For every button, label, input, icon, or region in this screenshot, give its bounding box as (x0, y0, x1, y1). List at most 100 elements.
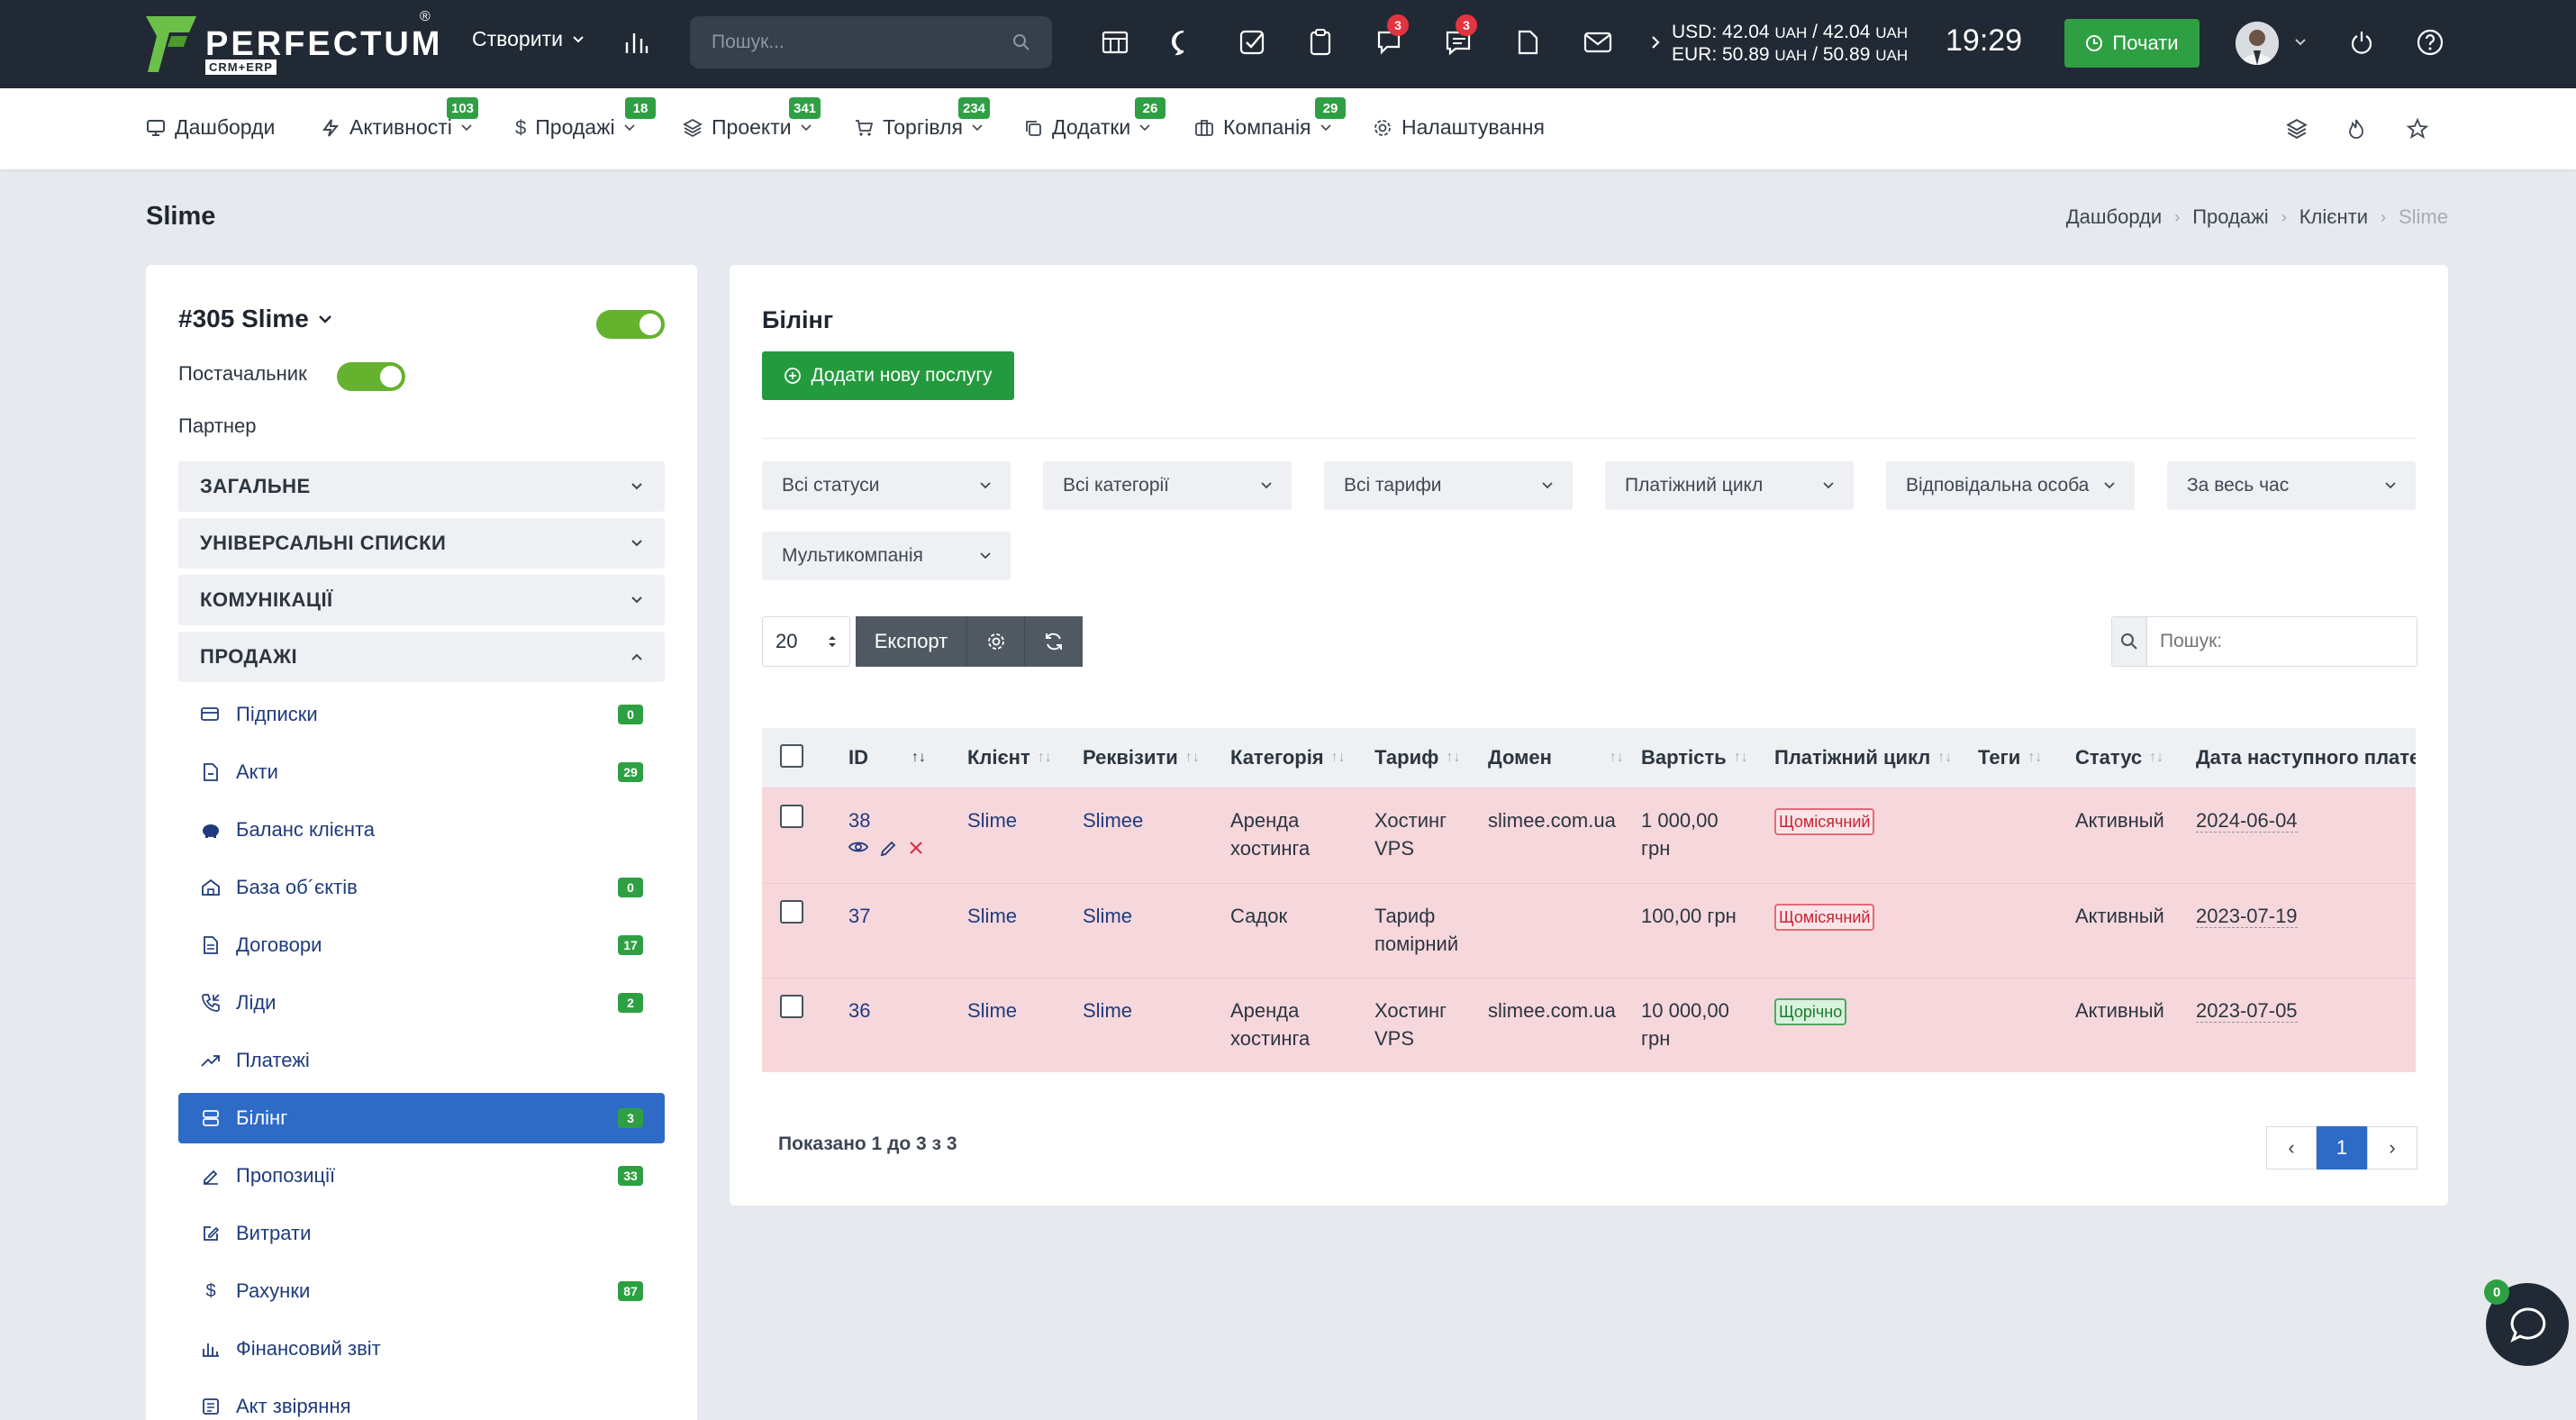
row-client[interactable]: Slime (967, 902, 1017, 930)
sidebar-item-contracts[interactable]: Договори 17 (178, 920, 665, 970)
menu-activities[interactable]: Активності 103 (321, 97, 479, 140)
refresh-button[interactable] (1025, 616, 1083, 667)
breadcrumb-dashboards[interactable]: Дашборди (2066, 205, 2162, 229)
column-payment-cycle[interactable]: Платіжний цикл ↑↓ (1774, 746, 1952, 769)
filter-period[interactable]: За весь час (2167, 461, 2416, 510)
mail-icon[interactable] (1580, 24, 1616, 60)
supplier-toggle[interactable] (337, 362, 405, 391)
row-requisites[interactable]: Slime (1083, 997, 1132, 1024)
filter-category[interactable]: Всі категорії (1043, 461, 1292, 510)
export-button[interactable]: Експорт (856, 616, 967, 667)
section-communications[interactable]: КОМУНІКАЦІЇ (178, 575, 665, 625)
table-row[interactable]: 38 Slime Slimee Аренда хостинга Хостинг VP… (762, 787, 2416, 883)
logo[interactable]: PERFECTUM CRM+ERP ® (144, 9, 442, 75)
sidebar-item-leads[interactable]: Ліди 2 (178, 978, 665, 1028)
menu-sales[interactable]: $ Продажі 18 (515, 97, 656, 140)
menu-dashboards[interactable]: Дашборди (146, 115, 275, 140)
row-next-payment[interactable]: 2023-07-19 (2196, 902, 2298, 930)
sidebar-item-expenses[interactable]: Витрати (178, 1208, 665, 1259)
chat-bubble-icon[interactable] (1166, 24, 1202, 60)
row-next-payment[interactable]: 2024-06-04 (2196, 806, 2298, 834)
filter-multicompany[interactable]: Мультикомпанія (762, 532, 1011, 580)
global-search-input[interactable]: Пошук... (690, 16, 1052, 68)
layers-shortcut-icon[interactable] (2279, 111, 2315, 147)
client-active-toggle[interactable] (596, 310, 665, 339)
client-title-dropdown[interactable]: #305 Slime (178, 305, 332, 333)
pagination-next-button[interactable]: › (2367, 1126, 2417, 1170)
sidebar-item-proposals[interactable]: Пропозиції 33 (178, 1151, 665, 1201)
row-checkbox[interactable] (780, 995, 803, 1018)
help-icon[interactable] (2412, 24, 2448, 60)
column-category[interactable]: Категорія ↑↓ (1230, 746, 1346, 769)
column-status[interactable]: Статус ↑↓ (2075, 746, 2163, 769)
row-id-link[interactable]: 37 (848, 902, 870, 930)
section-general[interactable]: ЗАГАЛЬНЕ (178, 461, 665, 512)
user-avatar[interactable] (2236, 22, 2279, 65)
calendar-table-icon[interactable] (1097, 24, 1133, 60)
column-domain[interactable]: Домен ↑↓ (1488, 746, 1624, 769)
filter-status[interactable]: Всі статуси (762, 461, 1011, 510)
table-search-input[interactable] (2147, 619, 2417, 664)
column-client[interactable]: Клієнт ↑↓ (967, 746, 1052, 769)
chevron-right-icon[interactable] (1637, 24, 1673, 60)
power-icon[interactable] (2344, 24, 2380, 60)
pagination-page-button[interactable]: 1 (2317, 1126, 2367, 1170)
row-checkbox[interactable] (780, 805, 803, 828)
row-id-link[interactable]: 36 (848, 997, 870, 1024)
filter-responsible[interactable]: Відповідальна особа (1886, 461, 2135, 510)
delete-icon[interactable] (908, 840, 924, 856)
row-client[interactable]: Slime (967, 806, 1017, 834)
user-menu-chevron-icon[interactable] (2282, 24, 2318, 60)
row-checkbox[interactable] (780, 900, 803, 924)
star-icon[interactable] (2399, 111, 2435, 147)
column-cost[interactable]: Вартість ↑↓ (1641, 746, 1748, 769)
sidebar-item-subscriptions[interactable]: Підписки 0 (178, 689, 665, 740)
table-row[interactable]: 37 Slime Slime Садок Тариф помірний 100,0… (762, 883, 2416, 978)
section-universal-lists[interactable]: УНІВЕРСАЛЬНІ СПИСКИ (178, 518, 665, 569)
row-requisites[interactable]: Slime (1083, 902, 1132, 930)
create-dropdown[interactable]: Створити (472, 27, 585, 51)
task-checkbox-icon[interactable] (1234, 24, 1270, 60)
row-requisites[interactable]: Slimee (1083, 806, 1143, 834)
clipboard-icon[interactable] (1302, 24, 1338, 60)
table-row[interactable]: 36 Slime Slime Аренда хостинга Хостинг VPS… (762, 978, 2416, 1072)
bar-chart-icon[interactable] (619, 24, 655, 60)
column-tariff[interactable]: Тариф ↑↓ (1374, 746, 1460, 769)
section-sales[interactable]: ПРОДАЖІ (178, 632, 665, 682)
select-all-checkbox[interactable] (780, 744, 803, 768)
menu-trade[interactable]: Торгівля 234 (854, 97, 991, 140)
row-client[interactable]: Slime (967, 997, 1017, 1024)
start-timer-button[interactable]: Почати (2064, 19, 2200, 68)
fire-icon[interactable] (2338, 111, 2374, 147)
column-tags[interactable]: Теги ↑↓ (1978, 746, 2042, 769)
row-next-payment[interactable]: 2023-07-05 (2196, 997, 2298, 1024)
column-id[interactable]: ID ↑↓ (848, 746, 926, 769)
sidebar-item-acts[interactable]: Акти 29 (178, 747, 665, 797)
filter-payment-cycle[interactable]: Платіжний цикл (1605, 461, 1854, 510)
sidebar-item-client-balance[interactable]: Баланс клієнта (178, 805, 665, 855)
sidebar-item-reconciliation-act[interactable]: Акт звіряння (178, 1381, 665, 1420)
document-icon[interactable] (1510, 24, 1546, 60)
menu-settings[interactable]: Налаштування (1373, 115, 1545, 140)
sidebar-item-payments[interactable]: Платежі (178, 1035, 665, 1086)
column-settings-button[interactable] (967, 616, 1025, 667)
sidebar-item-objects-base[interactable]: База об´єктів 0 (178, 862, 665, 913)
filter-tariff[interactable]: Всі тарифи (1324, 461, 1573, 510)
menu-addons[interactable]: Додатки 26 (1023, 97, 1166, 140)
eye-icon[interactable] (848, 840, 868, 854)
menu-projects[interactable]: Проекти 341 (683, 97, 821, 140)
sidebar-item-invoices[interactable]: $ Рахунки 87 (178, 1266, 665, 1316)
pencil-icon[interactable] (879, 840, 897, 858)
pagination-prev-button[interactable]: ‹ (2266, 1126, 2317, 1170)
menu-company[interactable]: Компанія 29 (1194, 97, 1346, 140)
sidebar-item-financial-report[interactable]: Фінансовий звіт (178, 1324, 665, 1374)
breadcrumb-sales[interactable]: Продажі (2192, 205, 2268, 229)
sidebar-item-billing[interactable]: Білінг 3 (178, 1093, 665, 1143)
per-page-select[interactable]: 20 (762, 616, 850, 667)
chat-bubble-icon (2510, 1307, 2546, 1343)
breadcrumb-clients[interactable]: Клієнти (2299, 205, 2368, 229)
column-next-payment[interactable]: Дата наступного платежу (2196, 746, 2416, 769)
row-id-link[interactable]: 38 (848, 809, 870, 832)
column-requisites[interactable]: Реквізити ↑↓ (1083, 746, 1200, 769)
add-service-button[interactable]: Додати нову послугу (762, 351, 1014, 400)
